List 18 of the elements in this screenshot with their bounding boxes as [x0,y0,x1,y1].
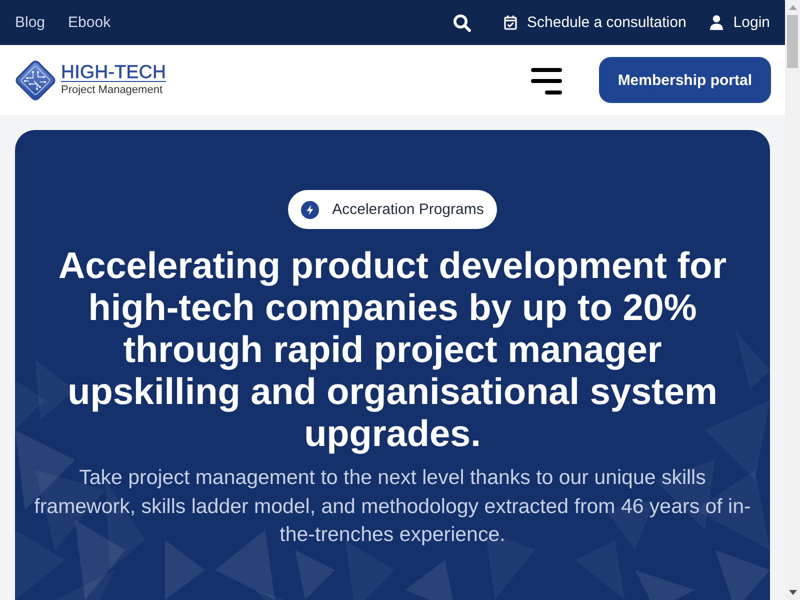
category-badge: Acceleration Programs [288,190,497,229]
scrollbar-track[interactable] [785,0,800,600]
membership-portal-button[interactable]: Membership portal [598,57,771,103]
nav-link[interactable]: Blog [15,14,46,31]
login-link[interactable]: Login [710,14,770,32]
hero-headline: Accelerating product development for high-tech companies by up to 20% through rapid project manager upskilling and organisational system upgrades. [57,245,728,455]
logo-title: HIGH-TECH [61,63,166,82]
scrollbar-thumb[interactable] [787,15,798,68]
scroll-down-icon[interactable] [788,590,796,595]
menu-icon[interactable] [530,68,562,94]
search-icon[interactable] [453,14,472,32]
nav-link[interactable]: Ebook [68,14,111,31]
logo-subtitle: Project Management [61,83,162,98]
user-icon [710,15,724,30]
calendar-check-icon [504,15,518,30]
lightning-icon [301,200,320,218]
hero-subtitle: Take project management to the next level thanks to our unique skills framework, skills ladder model, and methodology extracted from 46 years of in-the-trenches experience. [33,465,752,548]
consultation-link[interactable]: Schedule a consultation [504,14,686,32]
